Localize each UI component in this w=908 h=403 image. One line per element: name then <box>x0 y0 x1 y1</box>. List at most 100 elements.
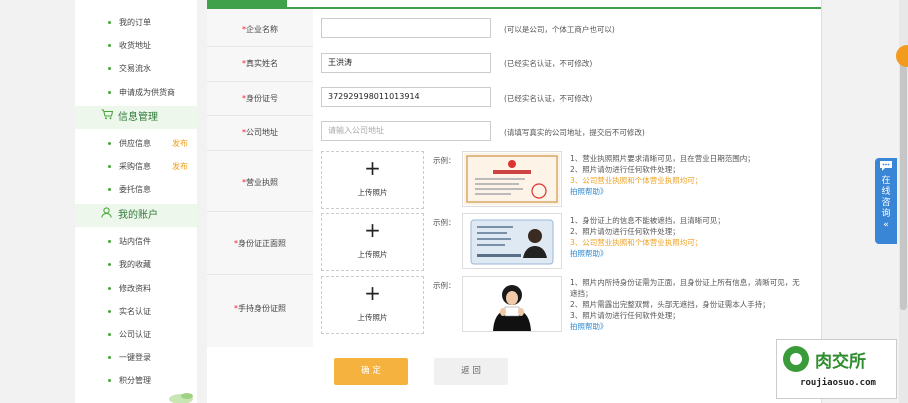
bullet-icon <box>108 165 111 168</box>
bullet-icon <box>108 240 111 243</box>
brand-name: 肉交所 <box>815 352 866 372</box>
real-name-input[interactable]: 王洪涛 <box>321 53 491 73</box>
plus-icon: + <box>364 281 381 305</box>
requirement-warning: 3、公司营业执照和个体营业执照均可； <box>570 176 703 185</box>
sidebar-item-purchase-info[interactable]: 采购信息 发布 <box>75 155 197 178</box>
chat-icon <box>880 161 892 171</box>
requirement-text: 1、营业执照照片要求清晰可见，且在营业日期范围内； <box>570 154 755 163</box>
id-front-label: *身份证正面照 <box>207 238 313 249</box>
bullet-icon <box>108 91 111 94</box>
real-name-label: *真实姓名 <box>207 58 313 69</box>
company-name-label: *企业名称 <box>207 24 313 35</box>
upload-business-license-button[interactable]: + 上传照片 <box>321 151 424 209</box>
leaf-decoration-icon <box>169 393 193 403</box>
photo-help-link[interactable]: 拍照帮助》 <box>570 186 800 197</box>
field-label: 身份证正面照 <box>238 239 286 248</box>
requirement-text: 2、照片请勿进行任何软件处理； <box>570 165 680 174</box>
sidebar-item-apply-supplier[interactable]: 申请成为供货商 <box>75 81 197 104</box>
tab-2[interactable] <box>307 0 387 7</box>
sidebar-item-company-auth[interactable]: 公司认证 <box>75 323 197 346</box>
field-label: 营业执照 <box>246 178 278 187</box>
sidebar-item-points[interactable]: 积分管理 <box>75 369 197 392</box>
id-number-input[interactable]: 372929198011013914 <box>321 87 491 107</box>
handheld-id-label: *手持身份证照 <box>207 303 313 314</box>
business-license-requirements: 1、营业执照照片要求清晰可见，且在营业日期范围内； 2、照片请勿进行任何软件处理… <box>570 153 800 197</box>
id-front-requirements: 1、身份证上的信息不能被遮挡，且清晰可见； 2、照片请勿进行任何软件处理； 3、… <box>570 215 800 259</box>
sidebar-item-real-name-auth[interactable]: 实名认证 <box>75 300 197 323</box>
publish-link[interactable]: 发布 <box>172 132 188 155</box>
sidebar-item-label: 申请成为供货商 <box>119 88 175 97</box>
online-consult-button[interactable]: 在线咨询 « <box>875 158 897 244</box>
bullet-icon <box>108 67 111 70</box>
company-address-label: *公司地址 <box>207 127 313 138</box>
sample-handheld-id-image <box>462 276 562 332</box>
row-divider <box>207 274 313 275</box>
real-name-hint: (已经实名认证，不可修改) <box>504 59 593 68</box>
field-label: 真实姓名 <box>246 59 278 68</box>
sidebar-item-entrust-info[interactable]: 委托信息 <box>75 178 197 201</box>
company-address-input[interactable]: 请输入公司地址 <box>321 121 491 141</box>
company-address-hint: (请填写真实的公司地址，提交后不可修改) <box>504 128 645 137</box>
plus-icon: + <box>364 156 381 180</box>
requirement-text: 1、照片内所持身份证需为正面，且身份证上所有信息，清晰可见，无遮挡； <box>570 278 800 298</box>
bullet-icon <box>108 44 111 47</box>
tab-active[interactable] <box>207 0 287 7</box>
bullet-icon <box>108 142 111 145</box>
brand-logo: 肉交所 <box>783 346 893 372</box>
requirement-text: 2、照片请勿进行任何软件处理； <box>570 227 680 236</box>
row-divider <box>207 46 313 47</box>
bullet-icon <box>108 356 111 359</box>
sidebar-item-shipping-address[interactable]: 收货地址 <box>75 34 197 57</box>
user-icon <box>101 204 112 227</box>
bullet-icon <box>108 333 111 336</box>
photo-help-link[interactable]: 拍照帮助》 <box>570 321 800 332</box>
tab-3[interactable] <box>407 0 487 7</box>
bullet-icon <box>108 287 111 290</box>
sidebar-item-label: 收货地址 <box>119 41 151 50</box>
publish-link[interactable]: 发布 <box>172 155 188 178</box>
brand-watermark: 肉交所 roujiaosuo.com <box>776 339 897 399</box>
bullet-icon <box>108 188 111 191</box>
company-name-input[interactable] <box>321 18 491 38</box>
sidebar-item-messages[interactable]: 站内信件 <box>75 230 197 253</box>
upload-handheld-id-button[interactable]: + 上传照片 <box>321 276 424 334</box>
photo-help-link[interactable]: 拍照帮助》 <box>570 248 800 259</box>
logo-mark-icon <box>783 346 809 372</box>
upload-id-front-button[interactable]: + 上传照片 <box>321 213 424 271</box>
company-name-hint: (可以是公司，个体工商户也可以) <box>504 25 615 34</box>
scrollbar-thumb[interactable] <box>900 60 907 310</box>
sidebar-item-edit-profile[interactable]: 修改资料 <box>75 277 197 300</box>
sidebar-item-supply-info[interactable]: 供应信息 发布 <box>75 132 197 155</box>
sidebar-item-one-click-login[interactable]: 一键登录 <box>75 346 197 369</box>
sidebar-item-label: 实名认证 <box>119 307 151 316</box>
field-label: 手持身份证照 <box>238 304 286 313</box>
bullet-icon <box>108 379 111 382</box>
sidebar-section-info: 信息管理 <box>75 106 197 129</box>
sidebar: 我的订单 收货地址 交易流水 申请成为供货商 信息管理 供应信息 发布 采购信息… <box>75 0 197 403</box>
example-label: 示例： <box>433 218 456 227</box>
sidebar-item-my-orders[interactable]: 我的订单 <box>75 11 197 34</box>
confirm-button[interactable]: 确 定 <box>334 358 408 385</box>
row-divider <box>207 211 313 212</box>
sidebar-item-label: 采购信息 <box>119 162 151 171</box>
field-label: 企业名称 <box>246 25 278 34</box>
back-button[interactable]: 返 回 <box>434 358 508 385</box>
bullet-icon <box>108 310 111 313</box>
sidebar-item-label: 我的订单 <box>119 18 151 27</box>
id-number-label: *身份证号 <box>207 93 313 104</box>
sidebar-item-favorites[interactable]: 我的收藏 <box>75 253 197 276</box>
sidebar-item-label: 一键登录 <box>119 353 151 362</box>
row-divider <box>207 115 313 116</box>
field-label: 公司地址 <box>246 128 278 137</box>
floating-badge-icon[interactable] <box>896 45 908 67</box>
sidebar-item-label: 公司认证 <box>119 330 151 339</box>
brand-url: roujiaosuo.com <box>800 378 876 388</box>
sidebar-section-account: 我的账户 <box>75 204 197 227</box>
sidebar-item-transactions[interactable]: 交易流水 <box>75 57 197 80</box>
handheld-id-requirements: 1、照片内所持身份证需为正面，且身份证上所有信息，清晰可见，无遮挡； 2、照片需… <box>570 277 800 332</box>
consult-label: 在线咨询 <box>881 176 891 219</box>
sidebar-item-label: 供应信息 <box>119 139 151 148</box>
plus-icon: + <box>364 218 381 242</box>
collapse-arrow-icon[interactable]: « <box>875 220 897 231</box>
sample-business-license-image <box>462 151 562 207</box>
